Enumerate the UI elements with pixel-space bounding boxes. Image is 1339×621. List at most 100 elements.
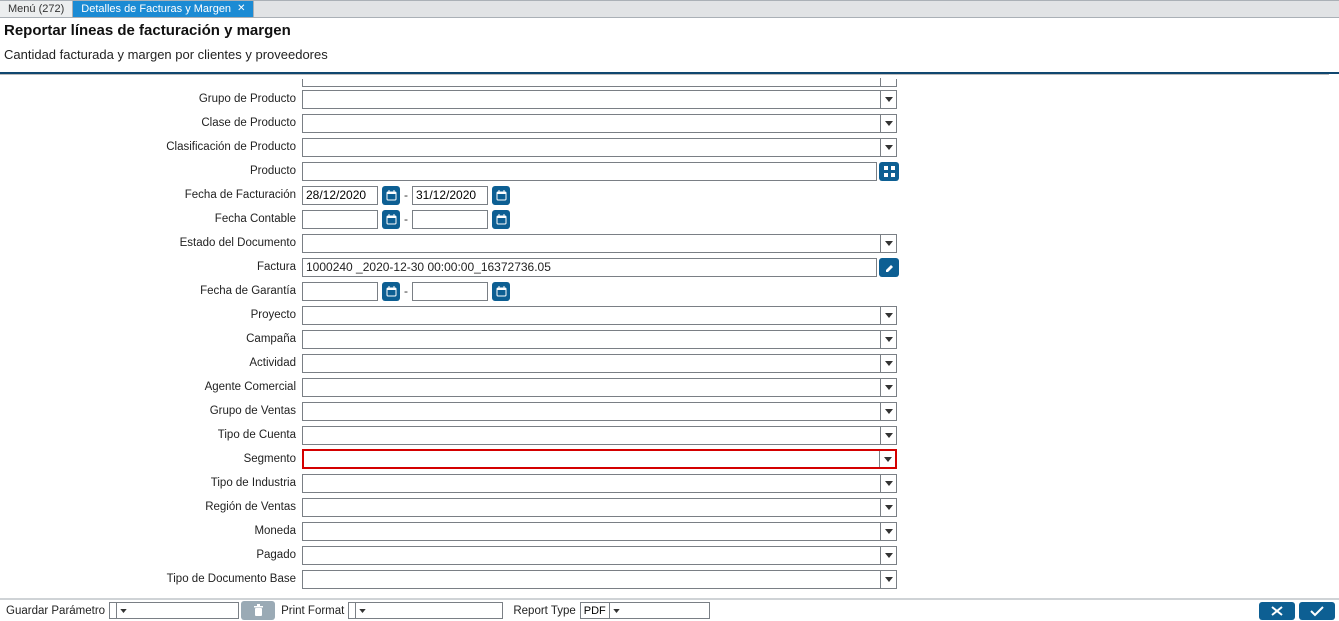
label-clasificacion-producto: Clasificación de Producto [0,141,302,153]
dropdown-icon[interactable] [880,403,896,420]
form-body: Grupo de Producto Clase de Producto Clas… [0,75,902,596]
footer-toolbar: Guardar Parámetro Print Format Report Ty… [0,598,1339,621]
combo-grupo-ventas[interactable] [302,402,897,421]
delete-parametro-button [241,601,275,620]
grid-icon [884,166,895,177]
tab-menu[interactable]: Menú (272) [0,1,73,17]
combo-tipo-industria[interactable] [302,474,897,493]
dropdown-icon[interactable] [880,499,896,516]
date-range-separator: - [404,188,408,202]
combo-agente-comercial[interactable] [302,378,897,397]
dropdown-icon[interactable] [880,547,896,564]
partial-field-top [302,79,897,87]
combo-region-ventas[interactable] [302,498,897,517]
label-print-format: Print Format [277,605,348,617]
date-range-separator: - [404,284,408,298]
combo-clasificacion-producto[interactable] [302,138,897,157]
label-region-ventas: Región de Ventas [0,501,302,513]
label-agente-comercial: Agente Comercial [0,381,302,393]
combo-print-format[interactable] [348,602,503,619]
close-icon[interactable]: ✕ [237,4,245,14]
dropdown-icon[interactable] [880,115,896,132]
combo-region-ventas-value [303,499,880,516]
dropdown-icon[interactable] [880,571,896,588]
tab-detalles-facturas[interactable]: Detalles de Facturas y Margen ✕ [73,1,254,17]
confirm-button[interactable] [1299,602,1335,620]
combo-pagado[interactable] [302,546,897,565]
label-guardar-parametro: Guardar Parámetro [2,605,109,617]
combo-grupo-producto[interactable] [302,90,897,109]
combo-actividad-value [303,355,880,372]
input-fecha-garantia-to[interactable] [412,282,488,301]
dropdown-icon[interactable] [880,307,896,324]
dropdown-icon[interactable] [116,603,130,618]
calendar-icon [496,214,507,225]
dropdown-icon[interactable] [355,603,369,618]
tab-active-label: Detalles de Facturas y Margen [81,3,231,15]
combo-moneda[interactable] [302,522,897,541]
dropdown-icon[interactable] [880,427,896,444]
combo-segmento[interactable] [302,449,897,469]
dropdown-icon[interactable] [880,91,896,108]
dropdown-icon[interactable] [880,139,896,156]
label-actividad: Actividad [0,357,302,369]
calendar-icon [386,214,397,225]
cancel-button[interactable] [1259,602,1295,620]
lookup-producto-button[interactable] [879,162,899,181]
label-clase-producto: Clase de Producto [0,117,302,129]
combo-agente-comercial-value [303,379,880,396]
label-fecha-facturacion: Fecha de Facturación [0,189,302,201]
label-grupo-ventas: Grupo de Ventas [0,405,302,417]
calendar-button-to[interactable] [492,210,510,229]
combo-proyecto[interactable] [302,306,897,325]
trash-icon [252,604,265,617]
combo-clase-producto[interactable] [302,114,897,133]
input-fecha-facturacion-from[interactable] [302,186,378,205]
combo-guardar-parametro[interactable] [109,602,239,619]
dropdown-icon[interactable] [880,355,896,372]
eraser-icon [884,262,895,273]
dropdown-icon[interactable] [880,235,896,252]
combo-clasificacion-producto-value [303,139,880,156]
combo-estado-documento[interactable] [302,234,897,253]
input-producto[interactable] [302,162,877,181]
label-segmento: Segmento [0,453,302,465]
calendar-button-from[interactable] [382,186,400,205]
combo-moneda-value [303,523,880,540]
combo-pagado-value [303,547,880,564]
form-scroll-area[interactable]: Grupo de Producto Clase de Producto Clas… [0,74,1329,596]
dropdown-icon[interactable] [880,475,896,492]
input-fecha-facturacion-to[interactable] [412,186,488,205]
calendar-icon [386,190,397,201]
combo-segmento-value [304,451,879,467]
dropdown-icon[interactable] [880,379,896,396]
combo-campana-value [303,331,880,348]
combo-tipo-cuenta[interactable] [302,426,897,445]
calendar-button-to[interactable] [492,282,510,301]
label-estado-documento: Estado del Documento [0,237,302,249]
label-factura: Factura [0,261,302,273]
input-factura[interactable] [302,258,877,277]
input-fecha-contable-from[interactable] [302,210,378,229]
dropdown-icon[interactable] [879,451,895,467]
label-proyecto: Proyecto [0,309,302,321]
combo-report-type[interactable]: PDF [580,602,710,619]
combo-campana[interactable] [302,330,897,349]
combo-actividad[interactable] [302,354,897,373]
dropdown-icon[interactable] [880,523,896,540]
label-tipo-cuenta: Tipo de Cuenta [0,429,302,441]
combo-tipo-cuenta-value [303,427,880,444]
calendar-button-from[interactable] [382,210,400,229]
combo-clase-producto-value [303,115,880,132]
calendar-icon [386,286,397,297]
clear-factura-button[interactable] [879,258,899,277]
check-icon [1309,605,1325,617]
combo-tipo-documento-base[interactable] [302,570,897,589]
input-fecha-contable-to[interactable] [412,210,488,229]
calendar-button-to[interactable] [492,186,510,205]
dropdown-icon[interactable] [609,603,623,618]
dropdown-icon[interactable] [880,331,896,348]
label-pagado: Pagado [0,549,302,561]
calendar-button-from[interactable] [382,282,400,301]
input-fecha-garantia-from[interactable] [302,282,378,301]
